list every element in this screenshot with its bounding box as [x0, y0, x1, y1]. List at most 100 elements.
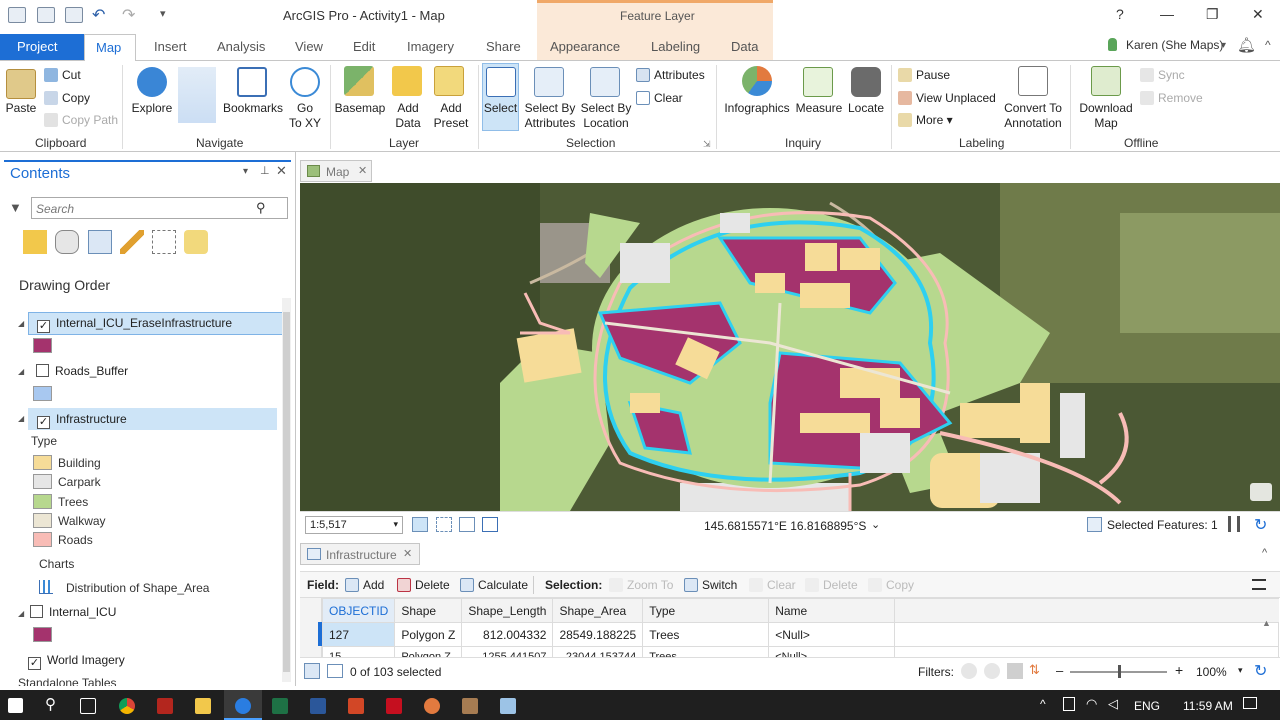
column-header[interactable]: Shape_Area [552, 598, 644, 623]
collapse-triangle-icon[interactable]: ◢ [18, 414, 24, 423]
column-header[interactable]: Name [768, 598, 896, 623]
table-cell[interactable]: 812.004332 [461, 622, 554, 647]
grid-icon[interactable] [436, 517, 452, 532]
filter-extent-icon[interactable] [961, 663, 977, 679]
switch-selection-button[interactable]: Switch [684, 578, 737, 592]
customize-toolbar-icon[interactable]: ▾ [160, 7, 166, 20]
collapse-triangle-icon[interactable]: ◢ [18, 319, 24, 328]
pause-drawing-icon[interactable] [1228, 516, 1240, 532]
save-icon[interactable] [65, 7, 83, 23]
filter-time-icon[interactable] [984, 663, 1000, 679]
tab-appearance[interactable]: Appearance [550, 39, 620, 54]
measure-button[interactable]: Measure [792, 101, 846, 115]
select-by-attributes-button[interactable]: Select By Attributes [520, 101, 580, 131]
convert-to-annotation-button[interactable]: Convert To Annotation [1000, 101, 1066, 131]
user-name[interactable]: Karen (She Maps) [1126, 38, 1223, 52]
legend-swatch-carpark[interactable] [33, 474, 52, 489]
battery-icon[interactable] [1063, 697, 1075, 711]
explore-button[interactable]: Explore [130, 101, 174, 115]
infographics-button[interactable]: Infographics [720, 101, 794, 115]
acrobat-icon[interactable] [386, 698, 402, 714]
zoom-slider-thumb[interactable] [1118, 665, 1121, 678]
legend-swatch-roads[interactable] [33, 532, 52, 547]
legend-swatch-trees[interactable] [33, 494, 52, 509]
add-preset-button[interactable]: Add Preset [429, 101, 473, 131]
column-header[interactable]: OBJECTID [321, 598, 396, 623]
powerpoint-icon[interactable] [348, 698, 364, 714]
search-input[interactable]: Search [31, 197, 288, 219]
list-by-labeling-icon[interactable] [184, 230, 208, 254]
notification-bell-icon[interactable]: 🔔︎ [1237, 36, 1256, 54]
tab-share[interactable]: Share [486, 39, 521, 54]
basemap-button[interactable]: Basemap [333, 101, 387, 115]
excel-icon[interactable] [272, 698, 288, 714]
select-by-location-button[interactable]: Select By Location [578, 101, 634, 131]
clear-selection-table-button[interactable]: Clear [749, 578, 796, 592]
restore-button[interactable]: ❐ [1206, 6, 1219, 23]
layer-checkbox[interactable]: ✓ [28, 657, 41, 670]
cut-button[interactable]: Cut [44, 68, 81, 82]
minimize-button[interactable]: — [1160, 6, 1174, 22]
close-map-tab-icon[interactable]: ✕ [358, 164, 367, 177]
layer-checkbox[interactable]: ✓ [37, 416, 50, 429]
chevron-down-icon[interactable]: ▾ [1238, 665, 1243, 676]
chrome-icon[interactable] [119, 698, 135, 714]
layer-checkbox[interactable] [36, 364, 49, 377]
layer-internal-icu[interactable]: Internal_ICU [28, 605, 116, 619]
correction-icon[interactable] [482, 517, 498, 532]
action-center-icon[interactable] [1243, 697, 1257, 709]
tab-project[interactable]: Project [0, 34, 84, 60]
map-overlay-button-icon[interactable] [1250, 483, 1272, 501]
word-icon[interactable] [310, 698, 326, 714]
undo-icon[interactable]: ↶ [92, 5, 105, 25]
layer-internal-icu-erase[interactable]: ✓ Internal_ICU_EraseInfrastructure [28, 312, 287, 335]
legend-swatch-building[interactable] [33, 455, 52, 470]
redo-icon[interactable]: ↷ [122, 5, 135, 25]
bookmarks-button[interactable]: Bookmarks [220, 101, 286, 115]
close-pane-icon[interactable]: ✕ [276, 163, 287, 179]
close-button[interactable]: ✕ [1252, 6, 1264, 23]
tab-map[interactable]: Map [84, 34, 136, 61]
dialog-launcher-icon[interactable]: ⇲ [703, 139, 711, 150]
map-canvas[interactable] [300, 183, 1280, 511]
table-menu-icon[interactable] [1252, 579, 1266, 590]
zoom-to-button[interactable]: Zoom To [609, 578, 673, 592]
table-cell[interactable]: Polygon Z [394, 622, 463, 647]
delete-selection-button[interactable]: Delete [805, 578, 858, 592]
tab-analysis[interactable]: Analysis [217, 39, 265, 54]
layer-swatch[interactable] [33, 627, 52, 642]
table-row[interactable]: 127 Polygon Z 812.004332 28549.188225 Tr… [321, 622, 1280, 647]
table-cell[interactable]: 28549.188225 [552, 622, 644, 647]
list-by-drawing-order-icon[interactable] [23, 230, 47, 254]
scale-selector[interactable]: 1:5,517 ▾ [305, 516, 403, 534]
tray-chevron-icon[interactable]: ^ [1040, 697, 1046, 711]
layer-world-imagery[interactable]: ✓ World Imagery [28, 653, 125, 670]
search-icon[interactable]: ⚲ [256, 200, 266, 216]
layer-infrastructure[interactable]: ✓ Infrastructure [28, 408, 277, 430]
tab-imagery[interactable]: Imagery [407, 39, 454, 54]
delete-field-button[interactable]: Delete [397, 578, 450, 592]
filter-icon[interactable]: ▼ [9, 200, 22, 215]
copy-selection-button[interactable]: Copy [868, 578, 914, 592]
locate-button[interactable]: Locate [844, 101, 888, 115]
show-selected-records-icon[interactable] [327, 664, 343, 678]
sync-button[interactable]: Sync [1140, 68, 1185, 82]
app-icon-orange[interactable] [424, 698, 440, 714]
map-view-tab[interactable]: Map ✕ [300, 160, 372, 182]
list-by-snapping-icon[interactable] [152, 230, 176, 254]
snapping-icon[interactable] [412, 517, 428, 532]
zoom-level[interactable]: 100% [1196, 665, 1227, 679]
scroll-up-icon[interactable]: ▲ [1262, 618, 1271, 628]
column-header[interactable]: Type [642, 598, 770, 623]
task-view-icon[interactable] [80, 698, 96, 714]
go-to-xy-button[interactable]: Go To XY [284, 101, 326, 131]
chevron-down-icon[interactable]: ⌄ [871, 518, 880, 531]
new-project-icon[interactable] [8, 7, 26, 23]
add-data-button[interactable]: Add Data [388, 101, 428, 131]
close-table-tab-icon[interactable]: ✕ [403, 547, 412, 560]
search-taskbar-icon[interactable]: ⚲ [45, 695, 56, 713]
table-cell[interactable]: <Null> [768, 622, 896, 647]
file-explorer-icon[interactable] [195, 698, 211, 714]
add-field-button[interactable]: Add [345, 578, 384, 592]
collapse-triangle-icon[interactable]: ◢ [18, 367, 24, 376]
